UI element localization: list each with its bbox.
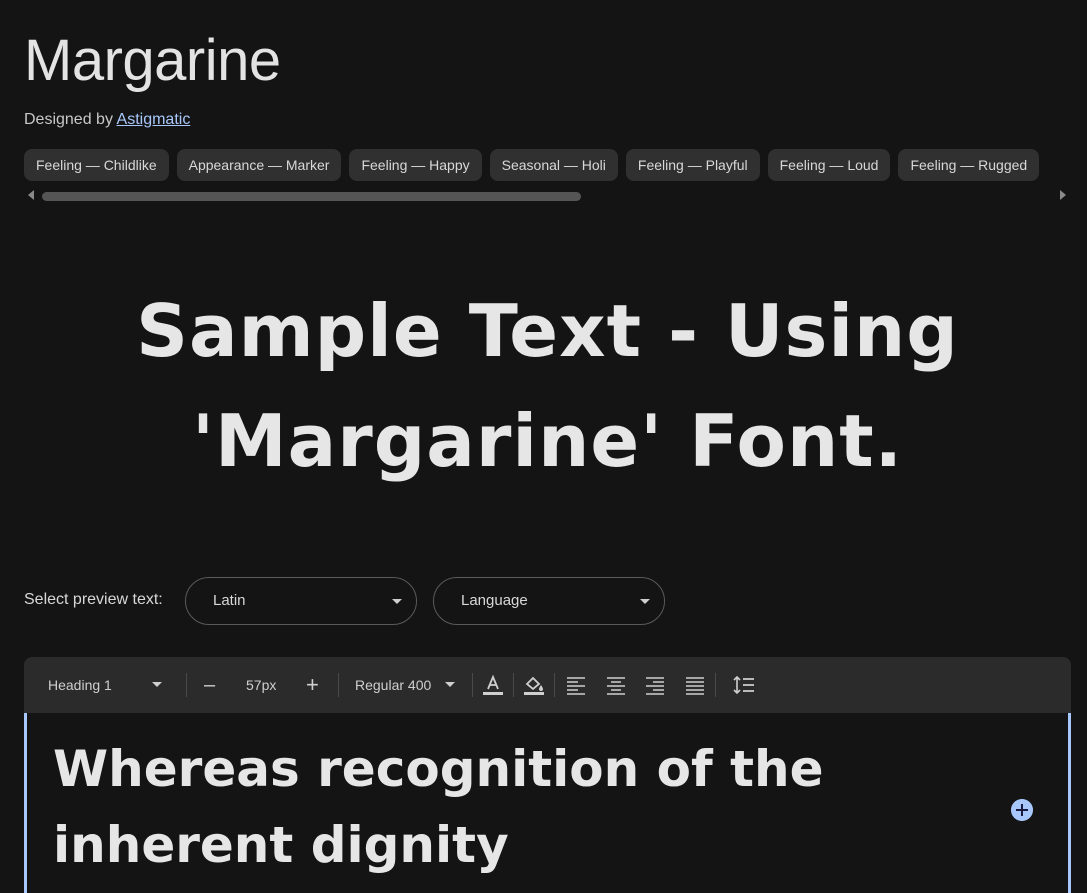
add-icon[interactable] xyxy=(1011,799,1033,821)
sample-line-2: 'Margarine' Font. xyxy=(191,399,904,483)
font-weight-dropdown[interactable]: Regular 400 xyxy=(355,657,459,713)
tag-chip[interactable]: Feeling — Childlike xyxy=(24,149,169,181)
text-style-value: Heading 1 xyxy=(48,677,112,693)
tag-chip[interactable]: Feeling — Loud xyxy=(767,149,891,181)
scroll-left-arrow-icon[interactable] xyxy=(28,190,34,200)
toolbar-divider xyxy=(513,673,514,697)
align-right-icon[interactable] xyxy=(643,673,667,697)
chevron-down-icon xyxy=(392,599,402,604)
tag-chip[interactable]: Feeling — Rugged xyxy=(898,149,1040,181)
toolbar-divider xyxy=(554,673,555,697)
tag-chip[interactable]: Seasonal — Holi xyxy=(489,149,618,181)
line-height-icon[interactable] xyxy=(732,673,756,697)
font-size-value[interactable]: 57px xyxy=(246,657,286,713)
font-title: Margarine xyxy=(24,28,281,93)
align-left-icon[interactable] xyxy=(564,673,588,697)
designer-credit: Designed by Astigmatic xyxy=(24,110,190,130)
toolbar-divider xyxy=(186,673,187,697)
editor-text[interactable]: Whereas recognition of the inherent dign… xyxy=(53,731,873,883)
increase-size-button[interactable]: + xyxy=(306,657,322,713)
toolbar-divider xyxy=(715,673,716,697)
preview-editor[interactable]: Whereas recognition of the inherent dign… xyxy=(24,713,1071,893)
editor-toolbar: Heading 1 – 57px + Regular 400 xyxy=(24,657,1071,713)
tags-scrollbar-thumb[interactable] xyxy=(42,192,581,201)
sample-text-preview: Sample Text - Using 'Margarine' Font. xyxy=(100,276,995,496)
designer-link[interactable]: Astigmatic xyxy=(117,111,191,128)
chevron-down-icon xyxy=(640,599,650,604)
decrease-size-button[interactable]: – xyxy=(204,657,218,713)
toolbar-divider xyxy=(338,673,339,697)
chevron-down-icon xyxy=(152,682,162,687)
tag-chip[interactable]: Feeling — Happy xyxy=(349,149,482,181)
tag-chip[interactable]: Appearance — Marker xyxy=(176,149,342,181)
align-justify-icon[interactable] xyxy=(683,673,707,697)
sample-line-1: Sample Text - Using xyxy=(136,289,959,373)
toolbar-divider xyxy=(472,673,473,697)
preview-text-label: Select preview text: xyxy=(24,591,163,608)
language-select[interactable]: Language xyxy=(433,577,665,625)
font-weight-value: Regular 400 xyxy=(355,677,432,693)
designed-by-label: Designed by xyxy=(24,111,113,128)
highlight-color-icon[interactable] xyxy=(522,673,546,697)
text-color-icon[interactable] xyxy=(481,673,505,697)
script-select[interactable]: Latin xyxy=(185,577,417,625)
align-center-icon[interactable] xyxy=(604,673,628,697)
chevron-down-icon xyxy=(445,682,455,687)
language-select-value: Language xyxy=(461,592,528,609)
script-select-value: Latin xyxy=(213,592,246,609)
scroll-right-arrow-icon[interactable] xyxy=(1060,190,1066,200)
font-specimen-page: Margarine Designed by Astigmatic Feeling… xyxy=(0,0,1087,893)
tag-list: Feeling — Childlike Appearance — Marker Fe… xyxy=(24,149,1087,182)
tag-chip[interactable]: Feeling — Playful xyxy=(625,149,760,181)
text-style-dropdown[interactable]: Heading 1 xyxy=(48,657,174,713)
